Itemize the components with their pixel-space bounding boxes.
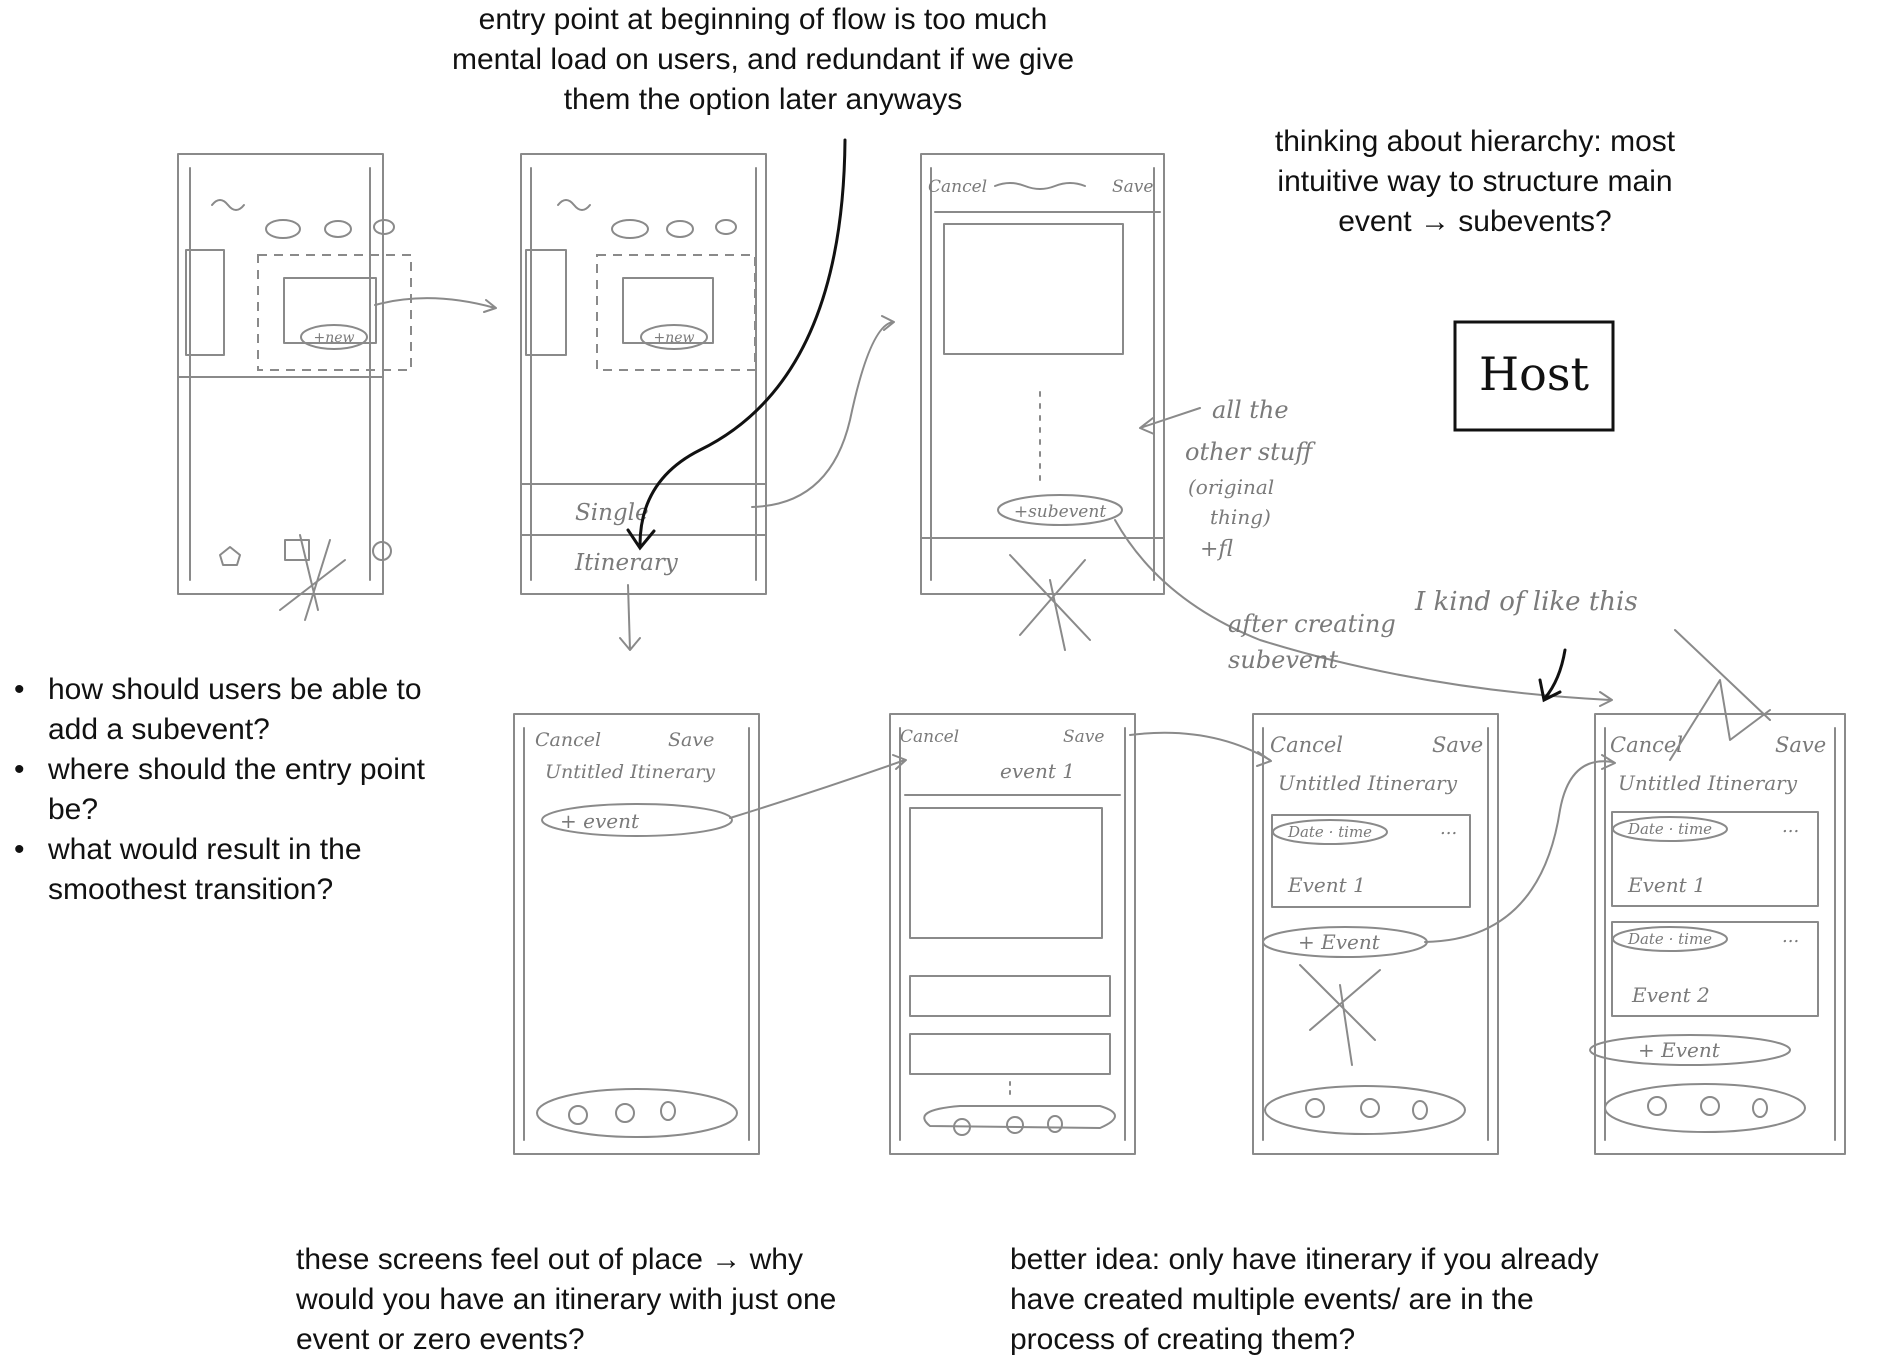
svg-text:subevent: subevent (1228, 646, 1339, 674)
svg-text:(original: (original (1188, 475, 1274, 499)
sketch-screen-itinerary-one-event: Cancel Save Untitled Itinerary Date · ti… (1252, 713, 1499, 1155)
sketch-option-single: Single (575, 500, 649, 526)
sketch-label-event-1: event 1 (1000, 759, 1075, 783)
sketch-label-event1-7: Event 1 (1627, 873, 1706, 897)
sketch-label-cancel-7: Cancel (1610, 733, 1683, 757)
sketch-screen-single-event: Cancel Save +subevent (920, 153, 1165, 651)
sketch-note-other-stuff: all the other stuff (original thing) +fl (1185, 396, 1316, 562)
svg-text:other stuff: other stuff (1185, 438, 1316, 466)
sketch-label-datetime-7a: Date · time (1627, 820, 1712, 838)
sketch-label-add-event-7: + Event (1638, 1038, 1721, 1062)
note-entry-point: entry point at beginning of flow is too … (451, 3, 1075, 116)
svg-text:+fl: +fl (1200, 537, 1233, 562)
question-item: what would result in the smoothest trans… (0, 830, 440, 910)
question-item: where should the entry point be? (0, 750, 440, 830)
sketch-label-add-event-4: + event (560, 809, 640, 833)
sketch-label-save-4: Save (668, 729, 714, 751)
sketch-host-box: Host (1453, 320, 1615, 432)
note-hierarchy: thinking about hierarchy: most intuitive… (1274, 125, 1676, 238)
sketch-note-kind-of-like: I kind of like this (1414, 587, 1638, 617)
sketch-label-save-5: Save (1063, 727, 1104, 747)
note-screens-out-of-place: these screens feel out of place → why wo… (296, 1243, 837, 1356)
sketch-label-cancel-top: Cancel (928, 177, 987, 197)
sketch-label-add-event-6: + Event (1298, 930, 1381, 954)
sketch-label-cancel-4: Cancel (535, 729, 601, 751)
sketch-label-event1-6: Event 1 (1287, 873, 1366, 897)
sketch-label-more-6: ... (1440, 818, 1457, 839)
sketch-label-untitled-6: Untitled Itinerary (1278, 771, 1458, 795)
sketch-screen-home: +new (177, 153, 412, 621)
sketch-label-new-2: +new (653, 330, 694, 346)
sketch-label-subevent: +subevent (1014, 502, 1106, 522)
sketch-option-itinerary: Itinerary (574, 550, 679, 576)
svg-text:all the: all the (1212, 396, 1289, 424)
sketch-label-cancel-6: Cancel (1270, 733, 1343, 757)
sketch-label-new-1: +new (313, 330, 354, 346)
sketch-label-save-top: Save (1112, 177, 1153, 197)
svg-text:after creating: after creating (1228, 610, 1396, 638)
sketch-label-untitled-7: Untitled Itinerary (1618, 771, 1798, 795)
sketch-host-label: Host (1479, 347, 1589, 401)
sketch-note-after-creating: after creating subevent (1228, 610, 1396, 674)
sketch-label-datetime-7b: Date · time (1627, 930, 1712, 948)
sketch-label-save-7: Save (1775, 733, 1826, 757)
sketch-label-event2-7: Event 2 (1631, 983, 1710, 1007)
sketch-screen-event-1: Cancel Save event 1 (889, 713, 1136, 1155)
question-item: how should users be able to add a subeve… (0, 670, 440, 750)
sketch-label-cancel-5: Cancel (900, 727, 959, 747)
sketch-label-untitled-4: Untitled Itinerary (545, 761, 715, 783)
sketch-label-more-7b: ... (1782, 926, 1799, 947)
sketch-label-more-7a: ... (1782, 816, 1799, 837)
sketch-screen-create-type: +new Single Itinerary (520, 153, 767, 595)
question-list: how should users be able to add a subeve… (0, 670, 440, 910)
sketch-label-save-6: Save (1432, 733, 1483, 757)
sketch-label-datetime-6: Date · time (1287, 823, 1372, 841)
svg-text:thing): thing) (1210, 505, 1271, 529)
note-better-idea: better idea: only have itinerary if you … (1010, 1243, 1599, 1356)
sketch-screen-itinerary-empty: Cancel Save Untitled Itinerary + event (513, 713, 760, 1155)
sketch-screen-itinerary-two-events: Cancel Save Untitled Itinerary Date · ti… (1589, 629, 1846, 1155)
